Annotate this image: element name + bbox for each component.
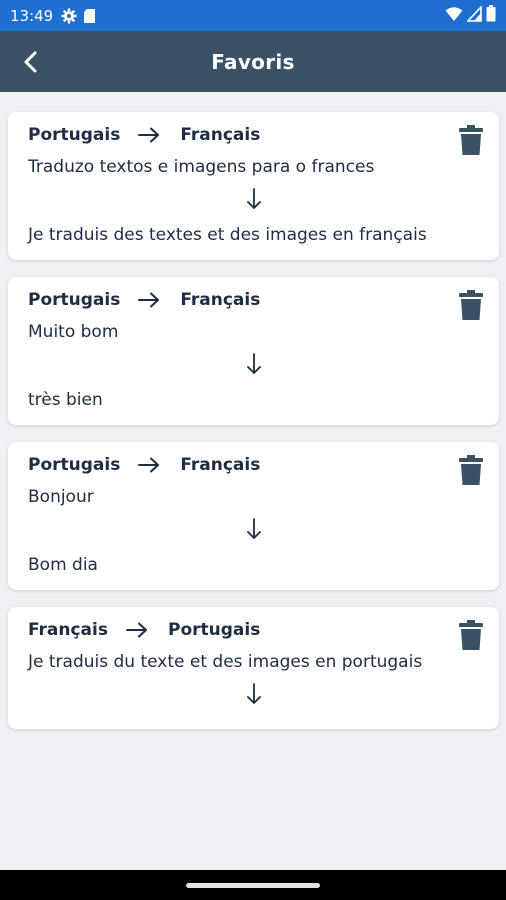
status-bar: 13:49 — [0, 0, 506, 31]
language-pair: Français Portugais — [28, 617, 479, 643]
translated-text: très bien — [28, 390, 103, 410]
arrow-right-icon — [125, 622, 148, 638]
app-bar: Favoris — [0, 31, 506, 92]
favorite-card: Portugais Français Traduzo textos e imag… — [8, 112, 499, 260]
delete-button[interactable] — [457, 454, 485, 486]
delete-button[interactable] — [457, 619, 485, 651]
battery-icon — [486, 5, 496, 26]
source-text: Traduzo textos e imagens para o frances — [28, 157, 375, 177]
favorite-card: Français Portugais Je traduis du texte e… — [8, 607, 499, 729]
status-time: 13:49 — [10, 6, 54, 25]
back-arrow-icon — [24, 51, 37, 73]
arrow-down-icon — [28, 180, 479, 216]
arrow-right-icon — [138, 457, 160, 473]
trash-icon — [459, 455, 483, 485]
source-language: Portugais — [28, 125, 121, 145]
language-pair: Portugais Français — [28, 122, 479, 148]
arrow-down-icon — [28, 345, 479, 381]
translated-text: Je traduis des textes et des images en f… — [28, 225, 427, 245]
language-pair: Portugais Français — [28, 287, 479, 313]
source-language: Portugais — [28, 290, 121, 310]
navigation-bar — [0, 870, 506, 900]
signal-icon — [466, 4, 482, 26]
favorite-card: Portugais Français Bonjour Bom dia — [8, 442, 499, 590]
source-text: Bonjour — [28, 487, 94, 507]
favorites-list: Portugais Français Traduzo textos e imag… — [0, 92, 506, 870]
favorite-card: Portugais Français Muito bom très bien — [8, 277, 499, 425]
target-language: Français — [180, 455, 261, 475]
trash-icon — [459, 620, 483, 650]
delete-button[interactable] — [457, 289, 485, 321]
delete-button[interactable] — [457, 124, 485, 156]
language-pair: Portugais Français — [28, 452, 479, 478]
wifi-icon — [445, 6, 463, 26]
sd-card-icon — [83, 8, 96, 24]
trash-icon — [459, 125, 483, 155]
gear-icon — [61, 8, 77, 24]
translated-text: Bom dia — [28, 555, 98, 575]
back-button[interactable] — [14, 45, 48, 79]
arrow-right-icon — [138, 292, 160, 308]
source-text: Je traduis du texte et des images en por… — [28, 652, 423, 672]
target-language: Français — [180, 125, 261, 145]
source-text: Muito bom — [28, 322, 119, 342]
arrow-down-icon — [28, 510, 479, 546]
target-language: Portugais — [167, 620, 261, 640]
source-language: Portugais — [28, 455, 121, 475]
trash-icon — [459, 290, 483, 320]
arrow-down-icon — [28, 675, 479, 711]
status-right-icons — [445, 4, 496, 26]
source-language: Français — [28, 620, 108, 640]
home-indicator[interactable] — [186, 882, 320, 888]
page-title: Favoris — [211, 49, 295, 74]
target-language: Français — [180, 290, 261, 310]
arrow-right-icon — [138, 127, 160, 143]
